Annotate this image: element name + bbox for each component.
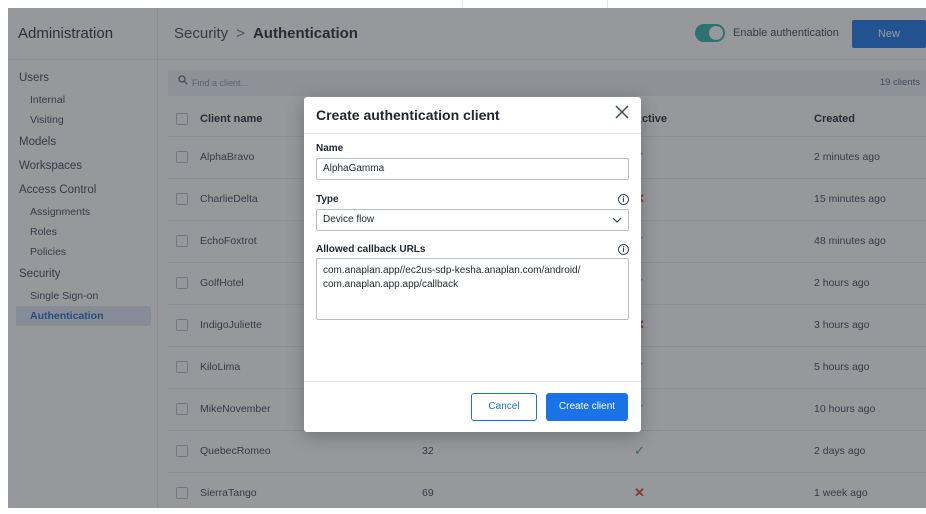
type-select-value: Device flow — [323, 214, 375, 225]
create-client-button[interactable]: Create client — [546, 393, 628, 421]
divider — [304, 381, 641, 382]
divider — [304, 133, 641, 134]
name-field[interactable]: AlphaGamma — [316, 158, 629, 180]
info-icon[interactable]: i — [618, 244, 629, 255]
divider — [607, 0, 608, 8]
dialog-title: Create authentication client — [316, 107, 500, 123]
cancel-button[interactable]: Cancel — [471, 393, 537, 421]
divider — [462, 0, 463, 8]
urls-label: Allowed callback URLs — [316, 244, 426, 255]
type-label: Type — [316, 194, 339, 205]
type-select[interactable]: Device flow — [316, 209, 629, 231]
close-icon[interactable] — [613, 104, 631, 122]
create-client-dialog: Create authentication client Name AlphaG… — [304, 97, 641, 432]
info-icon[interactable]: i — [618, 194, 629, 205]
callback-urls-textarea[interactable]: com.anaplan.app//ec2us-sdp-kesha.anaplan… — [316, 258, 629, 320]
browser-top-strip — [0, 0, 926, 8]
callback-url-line: com.anaplan.app//ec2us-sdp-kesha.anaplan… — [323, 265, 581, 276]
chevron-down-icon — [612, 210, 622, 238]
callback-url-line: com.anaplan.app.app/callback — [323, 279, 459, 290]
name-label: Name — [316, 143, 344, 154]
